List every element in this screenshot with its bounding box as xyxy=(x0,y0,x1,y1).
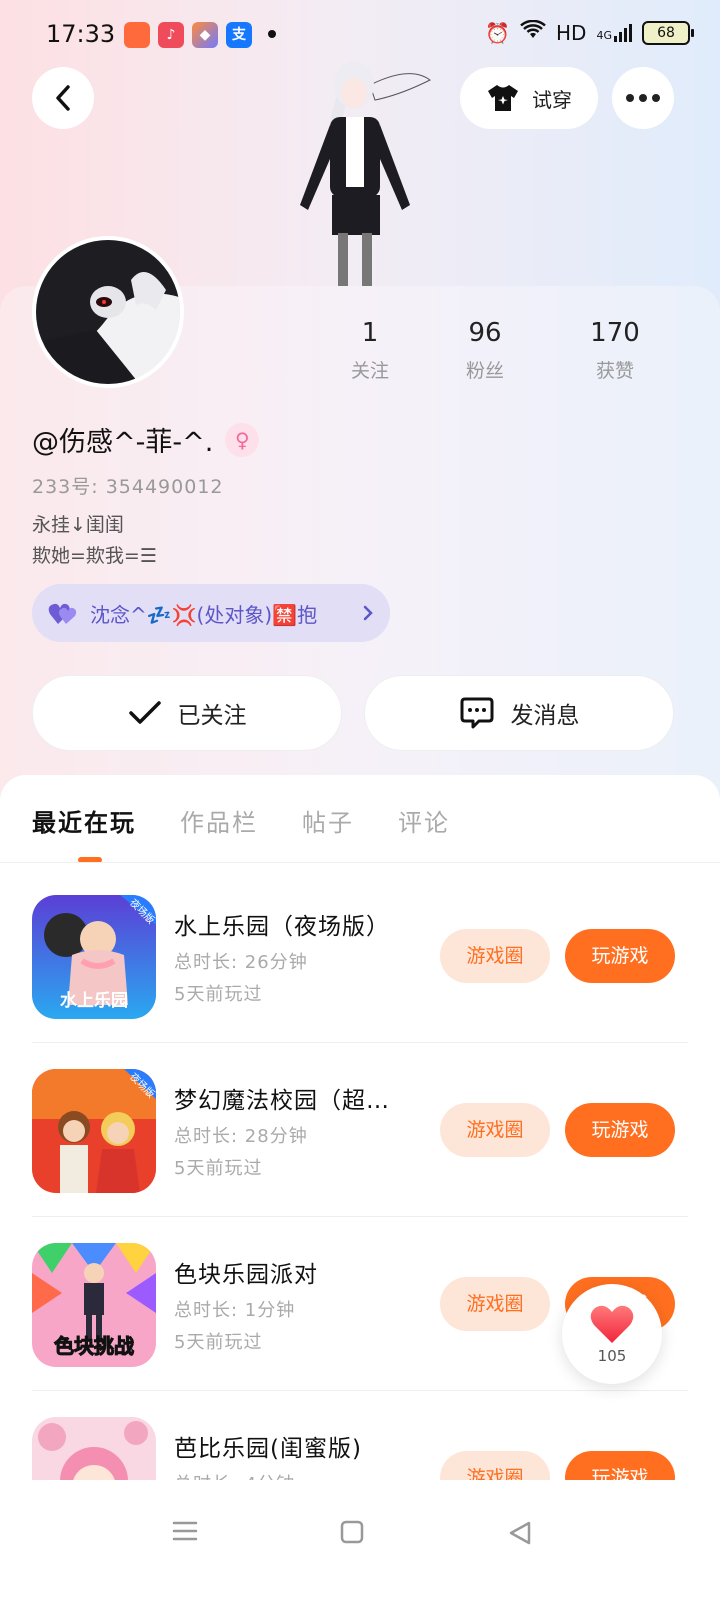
tab-works[interactable]: 作品栏 xyxy=(180,803,258,838)
user-avatar[interactable] xyxy=(32,236,184,388)
more-button[interactable] xyxy=(612,67,674,129)
bio-line: 永挂↓闺闺 xyxy=(32,514,124,536)
game-name: 水上乐园（夜场版） xyxy=(174,914,390,940)
game-last-played: 5天前玩过 xyxy=(174,1158,263,1179)
assistant-icon: ◆ xyxy=(192,22,218,48)
game-duration: 总时长: 28分钟 xyxy=(174,1126,308,1147)
username-text: @伤感^-菲-^. xyxy=(32,427,214,458)
game-last-played: 5天前玩过 xyxy=(174,1332,263,1353)
game-name: 芭比乐园(闺蜜版) xyxy=(174,1436,362,1462)
send-message-label: 发消息 xyxy=(510,703,580,729)
more-dot-icon xyxy=(626,94,634,102)
notification-dot-icon xyxy=(268,30,276,38)
female-icon: ♀ xyxy=(225,422,260,457)
game-icon-text: 色块挑战 xyxy=(54,1334,135,1359)
play-game-button[interactable]: 玩游戏 xyxy=(565,1103,675,1157)
stat-likes[interactable]: 170 获赞 xyxy=(550,318,680,383)
status-time: 17:33 xyxy=(46,20,116,48)
stat-label: 获赞 xyxy=(595,360,634,382)
tab-comments[interactable]: 评论 xyxy=(398,803,450,838)
app-store-icon xyxy=(124,22,150,48)
try-on-label: 试穿 xyxy=(532,87,572,112)
stat-number: 96 xyxy=(468,318,502,348)
alarm-icon: ⏰ xyxy=(485,20,511,45)
more-dot-icon xyxy=(639,94,647,102)
play-game-button[interactable]: 玩游戏 xyxy=(565,929,675,983)
game-circle-button[interactable]: 游戏圈 xyxy=(440,1103,550,1157)
checkmark-icon xyxy=(128,701,161,724)
game-circle-button[interactable]: 游戏圈 xyxy=(440,1277,550,1331)
game-row[interactable]: 水上乐园 夜场版 水上乐园（夜场版） 总时长: 26分钟 5天前玩过 游戏圈 玩… xyxy=(0,869,720,1043)
game-icon[interactable]: 色块挑战 xyxy=(32,1243,156,1367)
double-heart-icon xyxy=(48,603,77,624)
content-panel: 最近在玩 作品栏 帖子 评论 水上乐园 夜场版 水上乐园（夜场版） 总时长: 2… xyxy=(0,775,720,1500)
tab-posts[interactable]: 帖子 xyxy=(302,803,354,838)
network-label: HD xyxy=(556,20,587,45)
game-icon[interactable]: 夜场版 xyxy=(32,1069,156,1193)
like-button[interactable]: 105 xyxy=(562,1284,662,1384)
profile-tabs: 最近在玩 作品栏 帖子 评论 xyxy=(32,803,450,838)
bio-line: 欺她=欺我=☰ xyxy=(32,545,157,567)
game-icon[interactable]: 水上乐园 夜场版 xyxy=(32,895,156,1019)
stat-following[interactable]: 1 关注 xyxy=(320,318,420,383)
game-name: 梦幻魔法校园（超… xyxy=(174,1088,390,1114)
stat-label: 粉丝 xyxy=(465,360,504,382)
followed-button[interactable]: 已关注 xyxy=(32,675,342,751)
game-duration: 总时长: 1分钟 xyxy=(174,1300,296,1321)
send-message-button[interactable]: 发消息 xyxy=(364,675,674,751)
try-on-button[interactable]: 试穿 xyxy=(460,67,598,129)
user-id: 233号: 354490012 xyxy=(32,476,224,498)
username: @伤感^-菲-^. ♀ xyxy=(32,420,260,459)
status-right: ⏰ HD 4G 68 xyxy=(485,19,694,45)
game-meta: 总时长: 1分钟 5天前玩过 xyxy=(174,1295,295,1359)
followed-label: 已关注 xyxy=(177,703,247,729)
heart-icon xyxy=(590,1305,634,1343)
battery-icon: 68 xyxy=(642,20,694,45)
game-circle-button[interactable]: 游戏圈 xyxy=(440,929,550,983)
system-nav-bar xyxy=(0,1480,720,1600)
back-button[interactable] xyxy=(32,67,94,129)
relationship-tag[interactable]: 沈念^💤💢(处对象)🈲抱 xyxy=(32,584,390,642)
user-bio: 永挂↓闺闺 欺她=欺我=☰ xyxy=(32,510,157,572)
profile-stats: 1 关注 96 粉丝 170 获赞 xyxy=(320,318,680,383)
game-row[interactable]: 夜场版 梦幻魔法校园（超… 总时长: 28分钟 5天前玩过 游戏圈 玩游戏 xyxy=(0,1043,720,1217)
menu-icon[interactable] xyxy=(172,1520,198,1542)
tab-divider xyxy=(0,862,720,863)
relationship-tag-text: 沈念^💤💢(处对象)🈲抱 xyxy=(90,602,318,627)
tab-recently-played[interactable]: 最近在玩 xyxy=(32,803,136,838)
game-duration: 总时长: 26分钟 xyxy=(174,952,308,973)
home-icon[interactable] xyxy=(340,1520,364,1544)
game-list: 水上乐园 夜场版 水上乐园（夜场版） 总时长: 26分钟 5天前玩过 游戏圈 玩… xyxy=(0,869,720,1500)
chat-bubble-icon xyxy=(460,697,493,729)
more-dot-icon xyxy=(652,94,660,102)
alipay-icon: 支 xyxy=(226,22,252,48)
game-name: 色块乐园派对 xyxy=(174,1262,318,1288)
game-meta: 总时长: 28分钟 5天前玩过 xyxy=(174,1121,308,1185)
game-last-played: 5天前玩过 xyxy=(174,984,263,1005)
stat-followers[interactable]: 96 粉丝 xyxy=(420,318,550,383)
wifi-icon xyxy=(520,19,546,45)
tshirt-icon xyxy=(488,85,518,111)
music-icon: ♪ xyxy=(158,22,184,48)
stat-number: 170 xyxy=(590,318,640,348)
stat-number: 1 xyxy=(361,318,379,348)
character-avatar-image xyxy=(300,61,431,288)
like-count: 105 xyxy=(597,1347,627,1365)
game-meta: 总时长: 26分钟 5天前玩过 xyxy=(174,947,308,1011)
signal-icon: 4G xyxy=(596,23,632,42)
game-icon-text: 水上乐园 xyxy=(60,991,128,1011)
chevron-right-icon xyxy=(363,605,373,621)
back-nav-icon[interactable] xyxy=(508,1520,532,1546)
stat-label: 关注 xyxy=(350,360,389,382)
chevron-left-icon xyxy=(56,85,70,111)
